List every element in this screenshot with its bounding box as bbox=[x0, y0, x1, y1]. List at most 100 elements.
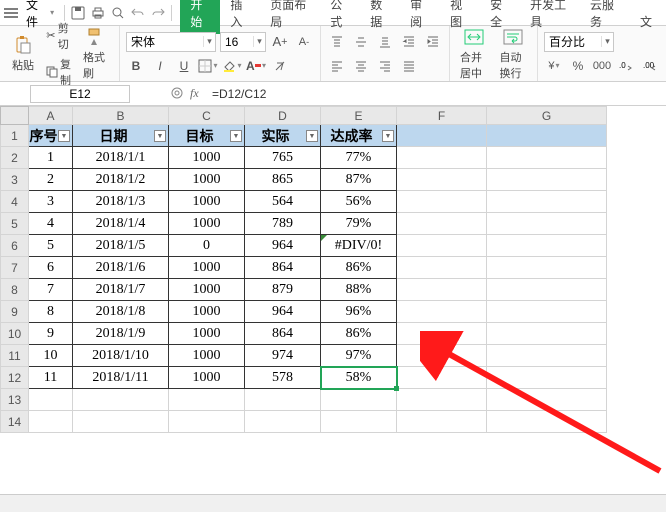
cell[interactable]: 11 bbox=[29, 367, 73, 389]
align-center-icon[interactable] bbox=[351, 56, 371, 76]
cell[interactable]: 77% bbox=[321, 147, 397, 169]
row-header[interactable]: 13 bbox=[1, 389, 29, 411]
cell[interactable]: 96% bbox=[321, 301, 397, 323]
col-header[interactable]: C bbox=[169, 107, 245, 125]
cell[interactable]: 974 bbox=[245, 345, 321, 367]
cell[interactable] bbox=[321, 411, 397, 433]
font-size-combo[interactable]: 16▾ bbox=[220, 32, 266, 52]
cell[interactable]: 1000 bbox=[169, 279, 245, 301]
table-header-cell[interactable]: 达成率▼ bbox=[321, 125, 397, 147]
font-color-icon[interactable]: A▾ bbox=[246, 56, 266, 76]
cell[interactable] bbox=[397, 323, 487, 345]
cell[interactable]: 864 bbox=[245, 323, 321, 345]
print-icon[interactable] bbox=[89, 3, 107, 23]
border-icon[interactable]: ▾ bbox=[198, 56, 218, 76]
cell[interactable]: 0 bbox=[169, 235, 245, 257]
cell[interactable]: 1000 bbox=[169, 345, 245, 367]
cell[interactable]: 1000 bbox=[169, 257, 245, 279]
cell[interactable] bbox=[487, 257, 607, 279]
cell[interactable] bbox=[73, 411, 169, 433]
cell[interactable]: #DIV/0! bbox=[321, 235, 397, 257]
cell[interactable] bbox=[245, 411, 321, 433]
cell[interactable]: 58% bbox=[321, 367, 397, 389]
hamburger-icon[interactable] bbox=[4, 8, 18, 18]
cell[interactable] bbox=[397, 279, 487, 301]
row-header[interactable]: 14 bbox=[1, 411, 29, 433]
cell[interactable] bbox=[487, 235, 607, 257]
print-preview-icon[interactable] bbox=[109, 3, 127, 23]
bold-icon[interactable]: B bbox=[126, 56, 146, 76]
cell[interactable]: 87% bbox=[321, 169, 397, 191]
cell[interactable]: 2018/1/1 bbox=[73, 147, 169, 169]
cell[interactable]: 964 bbox=[245, 301, 321, 323]
cell[interactable]: 964 bbox=[245, 235, 321, 257]
increase-font-icon[interactable]: A+ bbox=[270, 32, 290, 52]
cell[interactable]: 578 bbox=[245, 367, 321, 389]
cell[interactable] bbox=[397, 411, 487, 433]
cell[interactable]: 97% bbox=[321, 345, 397, 367]
cell[interactable] bbox=[487, 125, 607, 147]
row-header[interactable]: 12 bbox=[1, 367, 29, 389]
cell[interactable] bbox=[73, 389, 169, 411]
target-icon[interactable] bbox=[170, 86, 186, 102]
fill-color-icon[interactable]: ▾ bbox=[222, 56, 242, 76]
cell[interactable]: 865 bbox=[245, 169, 321, 191]
redo-icon[interactable] bbox=[149, 3, 167, 23]
table-header-cell[interactable]: 日期▼ bbox=[73, 125, 169, 147]
cell[interactable]: 4 bbox=[29, 213, 73, 235]
number-format-combo[interactable]: 百分比▾ bbox=[544, 32, 614, 52]
row-header[interactable]: 11 bbox=[1, 345, 29, 367]
cell[interactable] bbox=[487, 191, 607, 213]
col-header[interactable]: G bbox=[487, 107, 607, 125]
cell[interactable]: 9 bbox=[29, 323, 73, 345]
cell[interactable]: 789 bbox=[245, 213, 321, 235]
formula-input[interactable]: =D12/C12 bbox=[206, 87, 666, 101]
row-header[interactable]: 4 bbox=[1, 191, 29, 213]
cell[interactable] bbox=[487, 147, 607, 169]
fx-icon[interactable]: fx bbox=[190, 86, 206, 102]
indent-right-icon[interactable] bbox=[423, 32, 443, 52]
cut-button[interactable]: ✂剪切 bbox=[44, 19, 75, 53]
cell[interactable]: 1000 bbox=[169, 169, 245, 191]
cell[interactable] bbox=[487, 279, 607, 301]
cell[interactable]: 864 bbox=[245, 257, 321, 279]
cell[interactable] bbox=[487, 301, 607, 323]
row-header[interactable]: 1 bbox=[1, 125, 29, 147]
col-header[interactable]: F bbox=[397, 107, 487, 125]
col-header[interactable]: B bbox=[73, 107, 169, 125]
format-painter-button[interactable]: 格式刷 bbox=[79, 27, 113, 81]
decrease-font-icon[interactable]: A- bbox=[294, 32, 314, 52]
cell[interactable]: 1 bbox=[29, 147, 73, 169]
col-header[interactable]: A bbox=[29, 107, 73, 125]
align-middle-icon[interactable] bbox=[351, 32, 371, 52]
cell[interactable]: 3 bbox=[29, 191, 73, 213]
cell[interactable]: 2018/1/6 bbox=[73, 257, 169, 279]
currency-icon[interactable]: ¥▾ bbox=[544, 56, 564, 76]
copy-button[interactable]: 复制 bbox=[44, 55, 75, 89]
cell[interactable]: 2018/1/8 bbox=[73, 301, 169, 323]
indent-left-icon[interactable] bbox=[399, 32, 419, 52]
cell[interactable]: 1000 bbox=[169, 323, 245, 345]
select-all-corner[interactable] bbox=[1, 107, 29, 125]
cell[interactable]: 2018/1/10 bbox=[73, 345, 169, 367]
cell[interactable]: 2 bbox=[29, 169, 73, 191]
cell[interactable] bbox=[397, 367, 487, 389]
cell[interactable] bbox=[487, 367, 607, 389]
cell[interactable] bbox=[487, 169, 607, 191]
filter-icon[interactable]: ▼ bbox=[382, 130, 394, 142]
cell[interactable] bbox=[487, 389, 607, 411]
cell[interactable] bbox=[487, 345, 607, 367]
col-header[interactable]: E bbox=[321, 107, 397, 125]
decrease-decimal-icon[interactable]: .0 bbox=[616, 56, 636, 76]
cell[interactable] bbox=[397, 213, 487, 235]
undo-icon[interactable] bbox=[129, 3, 147, 23]
align-top-icon[interactable] bbox=[327, 32, 347, 52]
filter-icon[interactable]: ▼ bbox=[230, 130, 242, 142]
cell[interactable]: 86% bbox=[321, 323, 397, 345]
cell[interactable] bbox=[397, 147, 487, 169]
cell[interactable]: 1000 bbox=[169, 301, 245, 323]
cell[interactable]: 7 bbox=[29, 279, 73, 301]
align-left-icon[interactable] bbox=[327, 56, 347, 76]
cell[interactable] bbox=[169, 411, 245, 433]
cell[interactable]: 5 bbox=[29, 235, 73, 257]
